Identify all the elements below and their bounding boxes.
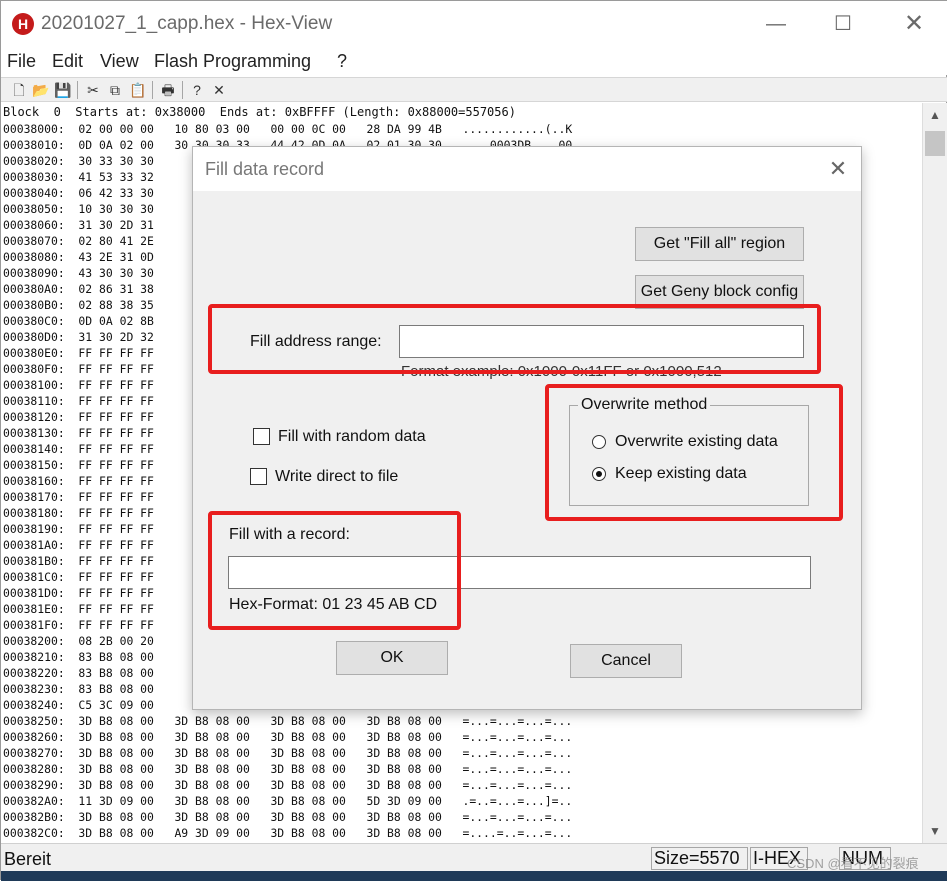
hex-view-logo-icon: H — [12, 13, 34, 35]
write-direct-checkbox[interactable] — [250, 468, 267, 485]
hex-line: 000382C0: 3D B8 08 00 A9 3D 09 00 3D B8 … — [3, 826, 573, 840]
close-window-button[interactable]: ✕ — [894, 11, 934, 37]
window-title: 20201027_1_capp.hex - Hex-View — [41, 13, 333, 34]
hex-line: 00038270: 3D B8 08 00 3D B8 08 00 3D B8 … — [3, 746, 573, 760]
status-bar: Bereit Size=5570 I-HEX NUM CSDN @看不见的裂痕 — [1, 843, 947, 871]
hex-line: 00038250: 3D B8 08 00 3D B8 08 00 3D B8 … — [3, 714, 573, 728]
toolbar-separator — [182, 81, 183, 99]
scroll-up-icon[interactable]: ▲ — [923, 103, 947, 127]
vertical-scrollbar[interactable]: ▲ ▼ — [922, 103, 947, 843]
scroll-down-icon[interactable]: ▼ — [923, 819, 947, 843]
menu-help[interactable]: ? — [337, 51, 347, 72]
cut-icon[interactable]: ✂ — [83, 80, 103, 100]
toolbar-separator — [77, 81, 78, 99]
print-icon[interactable]: 🖶 — [158, 80, 178, 100]
hex-line: 00038290: 3D B8 08 00 3D B8 08 00 3D B8 … — [3, 778, 573, 792]
open-folder-icon[interactable]: 📂 — [31, 80, 51, 100]
maximize-button[interactable]: ☐ — [823, 11, 863, 37]
highlight-fill-record — [208, 511, 461, 630]
close-icon[interactable]: ✕ — [209, 80, 229, 100]
menu-file[interactable]: File — [7, 51, 36, 72]
copy-icon[interactable]: ⧉ — [105, 80, 125, 100]
block-header: Block 0 Starts at: 0x38000 Ends at: 0xBF… — [3, 105, 516, 119]
menu-flash-programming[interactable]: Flash Programming — [154, 51, 311, 72]
hex-line: 00038280: 3D B8 08 00 3D B8 08 00 3D B8 … — [3, 762, 573, 776]
cancel-button[interactable]: Cancel — [570, 644, 682, 678]
menu-edit[interactable]: Edit — [52, 51, 83, 72]
dialog-title: Fill data record — [205, 159, 325, 179]
scroll-thumb[interactable] — [925, 131, 945, 156]
hex-line: 00038000: 02 00 00 00 10 80 03 00 00 00 … — [3, 122, 573, 136]
menu-view[interactable]: View — [100, 51, 139, 72]
highlight-overwrite-method — [545, 384, 843, 521]
status-text: Bereit — [4, 849, 52, 869]
help-icon[interactable]: ? — [187, 80, 207, 100]
hex-line: 000382B0: 3D B8 08 00 3D B8 08 00 3D B8 … — [3, 810, 573, 824]
minimize-button[interactable]: — — [756, 11, 796, 37]
dialog-title-bar[interactable]: Fill data record ✕ — [193, 147, 861, 191]
paste-icon[interactable]: 📋 — [128, 80, 148, 100]
dialog-close-icon[interactable]: ✕ — [823, 155, 853, 183]
get-fill-all-region-button[interactable]: Get "Fill all" region — [635, 227, 804, 261]
ok-button[interactable]: OK — [336, 641, 448, 675]
status-size: Size=5570 — [651, 847, 748, 870]
fill-random-checkbox[interactable] — [253, 428, 270, 445]
hex-line: 000382A0: 11 3D 09 00 3D B8 08 00 3D B8 … — [3, 794, 573, 808]
title-bar[interactable]: H 20201027_1_capp.hex - Hex-View — ☐ ✕ — [1, 1, 947, 47]
hex-line: 00038260: 3D B8 08 00 3D B8 08 00 3D B8 … — [3, 730, 573, 744]
toolbar: 🗋 📂 💾 ✂ ⧉ 📋 🖶 ? ✕ — [1, 77, 947, 102]
write-direct-label: Write direct to file — [275, 468, 399, 485]
menu-bar: File Edit View Flash Programming ? — [1, 47, 947, 75]
toolbar-separator — [152, 81, 153, 99]
save-icon[interactable]: 💾 — [53, 80, 73, 100]
highlight-fill-address — [208, 304, 821, 374]
new-file-icon[interactable]: 🗋 — [9, 80, 29, 100]
watermark: CSDN @看不见的裂痕 — [787, 856, 919, 871]
fill-random-label: Fill with random data — [278, 428, 426, 445]
